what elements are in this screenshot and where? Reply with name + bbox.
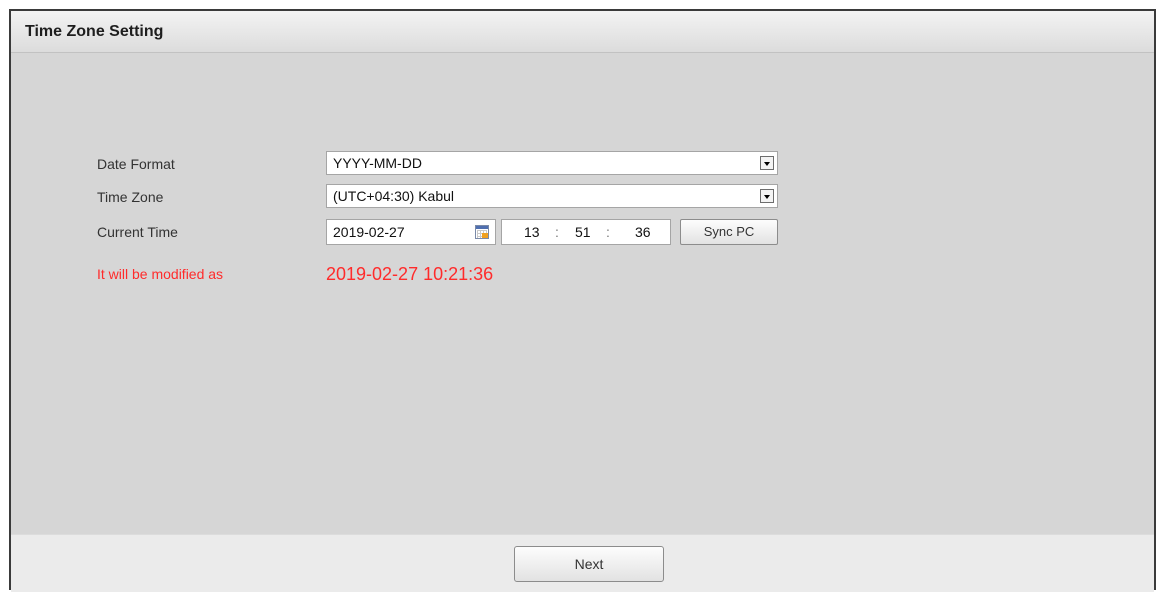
chevron-down-icon[interactable] [760,189,774,203]
date-format-row: Date Format YYYY-MM-DD [97,151,787,177]
time-input[interactable]: 13 : 51 : 36 [501,219,671,245]
time-zone-value: (UTC+04:30) Kabul [333,188,455,204]
notice-value: 2019-02-27 10:21:36 [326,264,494,284]
time-zone-select[interactable]: (UTC+04:30) Kabul [326,184,778,208]
minute-value[interactable]: 51 [575,224,591,240]
date-format-value: YYYY-MM-DD [333,155,422,171]
hour-value[interactable]: 13 [524,224,540,240]
date-format-label: Date Format [97,156,175,172]
time-separator: : [555,224,559,240]
second-value[interactable]: 36 [635,224,651,240]
current-time-label: Current Time [97,224,178,240]
time-zone-label: Time Zone [97,189,164,205]
chevron-down-icon[interactable] [760,156,774,170]
dialog-footer: Next [11,534,1154,592]
time-zone-dialog: Time Zone Setting Date Format YYYY-MM-DD… [9,9,1156,592]
next-button[interactable]: Next [514,546,664,582]
time-zone-row: Time Zone (UTC+04:30) Kabul [97,184,787,210]
date-value: 2019-02-27 [333,224,405,240]
sync-pc-button[interactable]: Sync PC [680,219,778,245]
notice-label: It will be modified as [97,266,224,282]
dialog-title: Time Zone Setting [11,11,1154,53]
form-area: Date Format YYYY-MM-DD Time Zone (UTC+04… [11,53,1154,532]
date-format-select[interactable]: YYYY-MM-DD [326,151,778,175]
notice-row: It will be modified as 2019-02-27 10:21:… [97,263,787,289]
current-time-row: Current Time 2019-02-27 13 : 51 : 36 Syn… [97,219,787,245]
calendar-icon[interactable] [475,225,489,239]
time-separator: : [606,224,610,240]
date-input[interactable]: 2019-02-27 [326,219,496,245]
